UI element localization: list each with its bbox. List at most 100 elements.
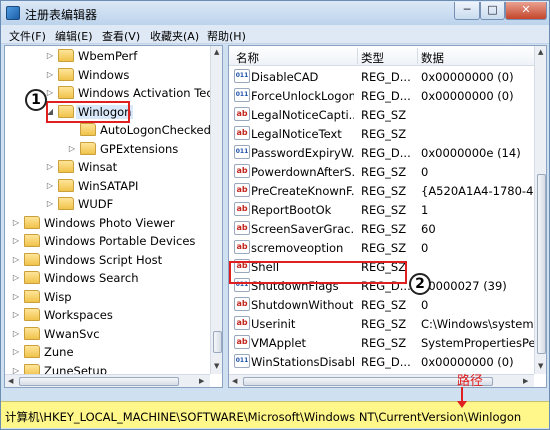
- tree-vertical-scrollbar[interactable]: ▲ ▼: [210, 46, 222, 374]
- scroll-down-arrow-icon[interactable]: ▼: [538, 362, 543, 370]
- menu-help[interactable]: 帮助(H): [207, 28, 246, 44]
- folder-icon: [24, 345, 40, 358]
- string-value-icon: ab: [234, 240, 250, 254]
- tree-horizontal-scrollbar[interactable]: ◀ ▶: [5, 374, 210, 387]
- shell-highlight-box: [229, 261, 407, 284]
- expand-arrow-icon[interactable]: ▷: [11, 255, 21, 264]
- value-type: REG_SZ: [361, 203, 407, 217]
- menu-file[interactable]: 文件(F): [9, 28, 46, 44]
- binary-value-icon: 011: [234, 88, 250, 102]
- tree-hscroll-thumb[interactable]: [19, 377, 179, 386]
- value-data: C:\Windows\system3: [421, 317, 534, 331]
- tree-item-label: Zune: [44, 345, 74, 359]
- menu-edit[interactable]: 编辑(E): [55, 28, 93, 44]
- folder-icon: [24, 271, 40, 284]
- value-type: REG_SZ: [361, 222, 407, 236]
- scroll-right-arrow-icon[interactable]: ▶: [199, 377, 204, 385]
- value-row[interactable]: ab LegalNoticeCapti... REG_SZ: [229, 105, 534, 124]
- folder-icon: [58, 67, 74, 81]
- value-row[interactable]: ab ShutdownWithout... REG_SZ 0: [229, 295, 534, 314]
- scroll-left-arrow-icon[interactable]: ◀: [8, 377, 13, 385]
- value-row[interactable]: 011WinStationsDisabl... REG_D... 0x0000000…: [229, 352, 534, 371]
- values-scroll-thumb[interactable]: [537, 174, 546, 354]
- column-type-header[interactable]: 类型: [361, 50, 384, 66]
- expand-arrow-icon[interactable]: ▷: [45, 199, 55, 208]
- value-row[interactable]: ab PreCreateKnownF... REG_SZ {A520A1A4-1780…: [229, 181, 534, 200]
- folder-icon: [80, 123, 96, 136]
- folder-icon: [58, 160, 74, 173]
- scroll-left-arrow-icon[interactable]: ◀: [232, 377, 237, 385]
- value-row[interactable]: 011 PasswordExpiryW... REG_D... 0x0000000e …: [229, 143, 534, 162]
- tree-item-label: Windows Photo Viewer: [44, 215, 175, 230]
- value-type: REG_D...: [361, 355, 411, 369]
- value-name: LegalNoticeText: [251, 127, 342, 141]
- value-data: {A520A1A4-1780-4FF: [421, 184, 534, 198]
- folder-icon: [24, 308, 40, 321]
- expand-arrow-icon[interactable]: ▷: [45, 88, 55, 97]
- value-type: REG_D...: [361, 89, 411, 103]
- value-type: REG_SZ: [361, 165, 407, 179]
- binary-value-icon: 011: [234, 69, 250, 83]
- value-row[interactable]: ab ReportBootOk REG_SZ 1: [229, 200, 534, 219]
- scroll-right-arrow-icon[interactable]: ▶: [523, 377, 528, 385]
- expand-arrow-icon[interactable]: ▷: [11, 292, 21, 301]
- expand-arrow-icon[interactable]: ▷: [45, 181, 55, 190]
- value-name: PowerdownAfterS...: [251, 165, 354, 179]
- value-type: REG_SZ: [361, 298, 407, 312]
- values-hscroll-thumb[interactable]: [243, 377, 493, 386]
- menu-bar: 文件(F) 编辑(E) 查看(V) 收藏夹(A) 帮助(H): [1, 25, 549, 44]
- values-vertical-scrollbar[interactable]: ▲ ▼: [534, 46, 546, 374]
- path-arrow-head-icon: [457, 401, 467, 408]
- value-data: 1: [421, 203, 429, 217]
- value-type: REG_SZ: [361, 317, 407, 331]
- close-button[interactable]: ✕: [505, 2, 547, 20]
- folder-icon: [24, 215, 40, 229]
- expand-arrow-icon[interactable]: ▷: [67, 144, 77, 153]
- expand-arrow-icon[interactable]: ▷: [11, 347, 21, 356]
- expand-arrow-icon[interactable]: ▷: [45, 70, 55, 79]
- tree-item-label: WUDF: [78, 197, 114, 211]
- value-row[interactable]: ab PowerdownAfterS... REG_SZ 0: [229, 162, 534, 181]
- expand-arrow-icon[interactable]: ▷: [11, 310, 21, 319]
- value-row[interactable]: ab VMApplet REG_SZ SystemPropertiesPe: [229, 333, 534, 352]
- value-row[interactable]: ab scremoveoption REG_SZ 0: [229, 238, 534, 257]
- values-horizontal-scrollbar[interactable]: ◀ ▶: [229, 374, 534, 387]
- value-type: REG_D...: [361, 146, 411, 160]
- expand-arrow-icon[interactable]: ▷: [11, 236, 21, 245]
- column-data-header[interactable]: 数据: [421, 50, 444, 66]
- values-pane: 名称 类型 数据 011 DisableCAD REG_D... 0x00000000…: [228, 45, 547, 388]
- value-name: PreCreateKnownF...: [251, 184, 354, 198]
- value-data: 0x00000000 (0): [421, 70, 514, 84]
- scroll-up-arrow-icon[interactable]: ▲: [214, 48, 219, 56]
- step-1-badge: 1: [25, 89, 47, 111]
- tree-scroll-thumb[interactable]: [213, 331, 222, 353]
- scroll-down-arrow-icon[interactable]: ▼: [214, 362, 219, 370]
- maximize-button[interactable]: □: [480, 2, 505, 20]
- menu-view[interactable]: 查看(V): [102, 28, 140, 44]
- expand-arrow-icon[interactable]: ▷: [11, 218, 21, 227]
- minimize-button[interactable]: ─: [454, 2, 480, 20]
- value-data: 00000027 (39): [421, 279, 507, 293]
- string-value-icon: ab: [234, 335, 250, 349]
- value-row[interactable]: 011 DisableCAD REG_D... 0x00000000 (0): [229, 67, 534, 86]
- expand-arrow-icon[interactable]: ▷: [11, 273, 21, 282]
- folder-icon: [24, 234, 40, 247]
- value-row[interactable]: ab Userinit REG_SZ C:\Windows\system3: [229, 314, 534, 333]
- expand-arrow-icon[interactable]: ▷: [45, 51, 55, 60]
- tree-item-label: Winsat: [78, 160, 118, 174]
- scroll-up-arrow-icon[interactable]: ▲: [538, 48, 543, 56]
- tree-item-label: WbemPerf: [78, 49, 138, 63]
- folder-icon: [58, 49, 74, 62]
- value-row[interactable]: ab LegalNoticeText REG_SZ: [229, 124, 534, 143]
- menu-favorites[interactable]: 收藏夹(A): [150, 28, 199, 44]
- value-row[interactable]: ab ScreenSaverGrac... REG_SZ 60: [229, 219, 534, 238]
- expand-arrow-icon[interactable]: ▷: [45, 162, 55, 171]
- value-name: scremoveoption: [251, 241, 344, 255]
- value-row[interactable]: 011 ForceUnlockLogon REG_D... 0x00000000 (0…: [229, 86, 534, 105]
- folder-icon: [58, 86, 74, 99]
- folder-icon: [58, 178, 74, 192]
- column-name-header[interactable]: 名称: [236, 50, 259, 66]
- expand-arrow-icon[interactable]: ▷: [11, 329, 21, 338]
- value-data: SystemPropertiesPe: [421, 336, 534, 350]
- folder-icon: [24, 289, 40, 303]
